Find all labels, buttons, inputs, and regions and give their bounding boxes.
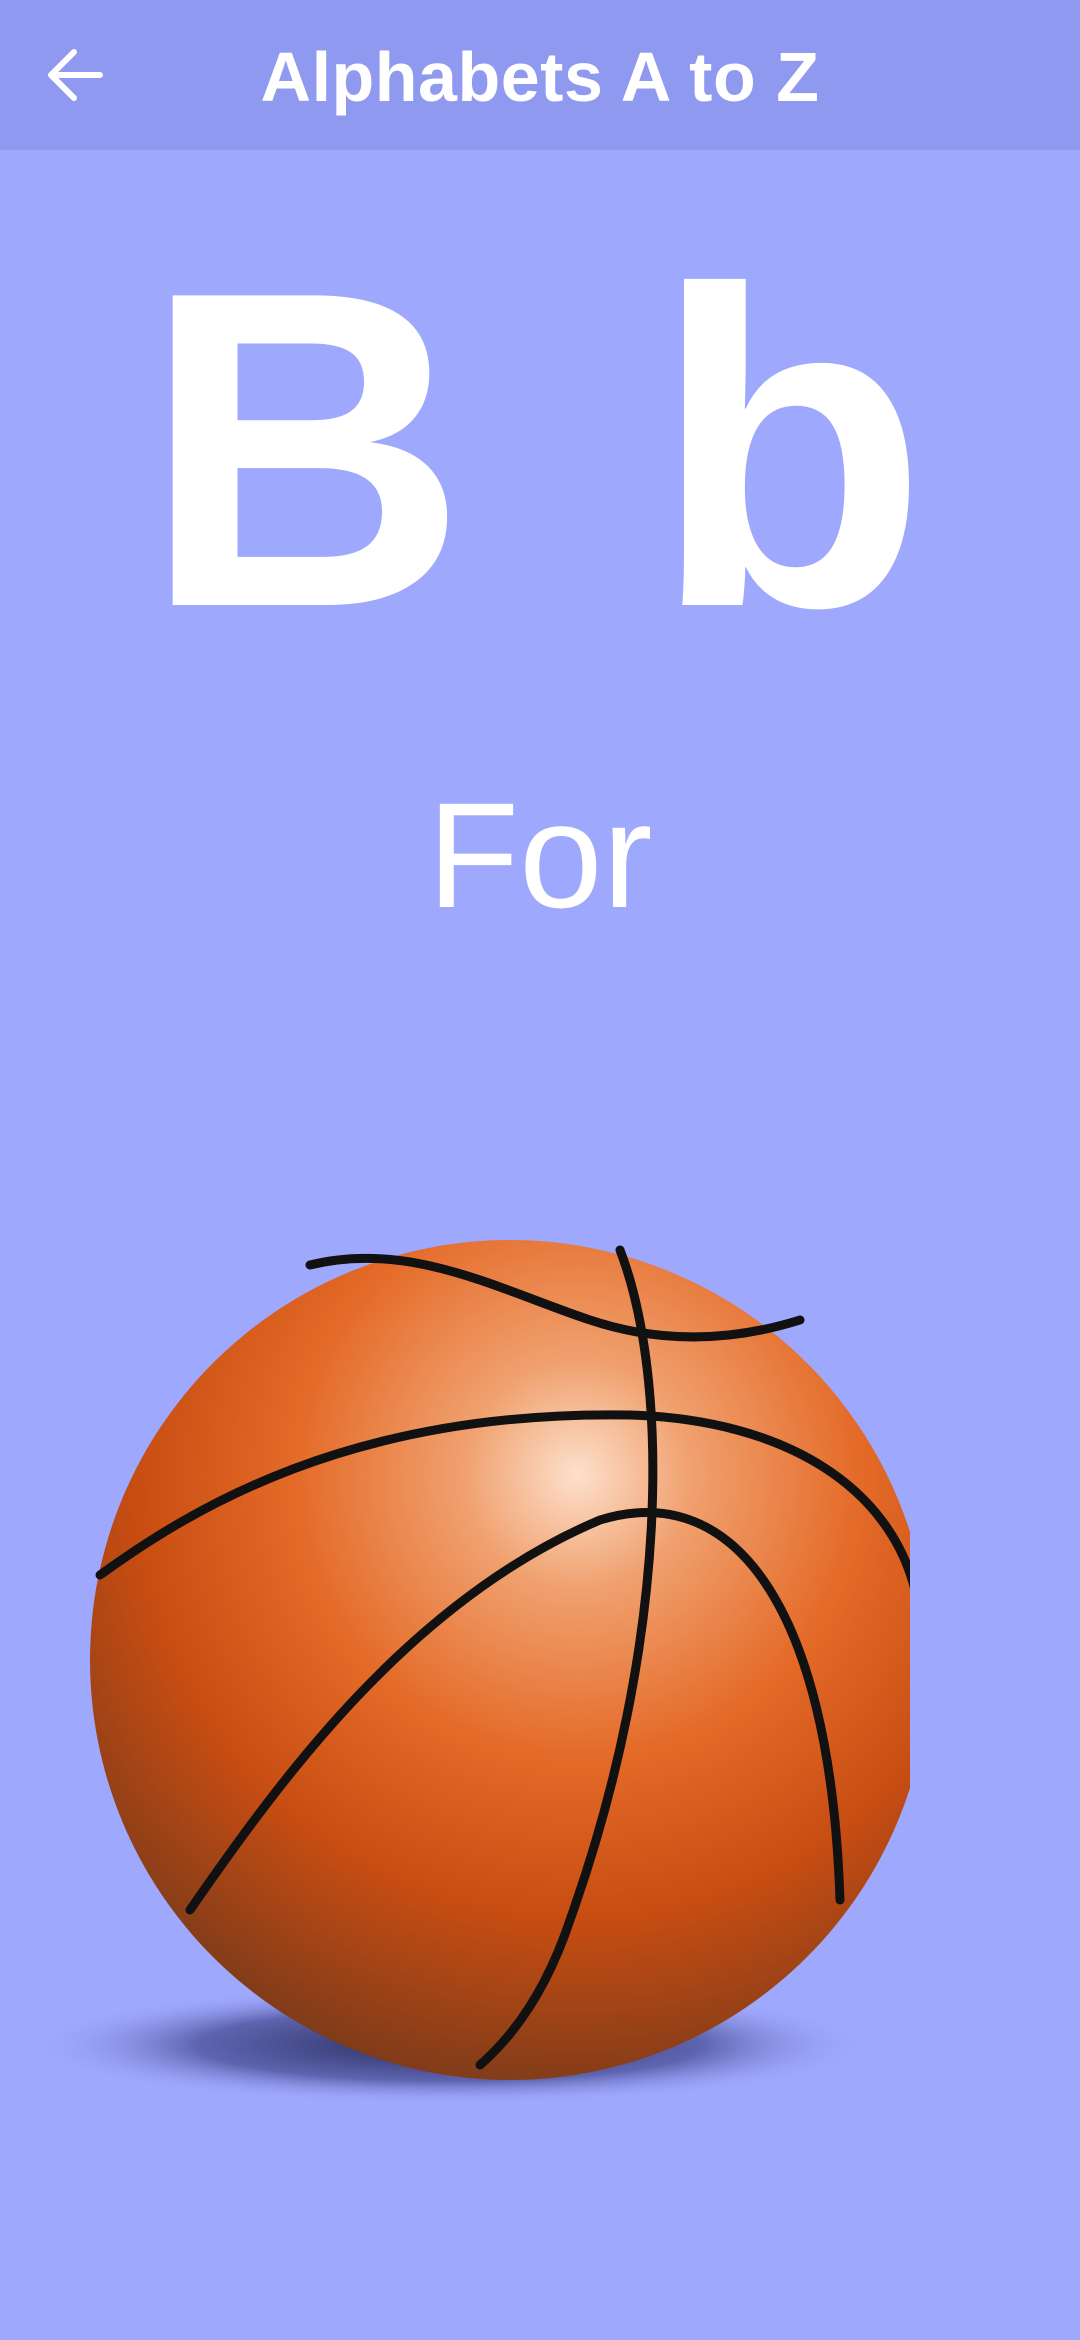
page-title: Alphabets A to Z [260, 38, 820, 116]
app-bar: Alphabets A to Z [0, 0, 1080, 150]
basketball-illustration [30, 1220, 930, 2120]
letter-display: B b [142, 199, 938, 701]
for-label: For [427, 771, 653, 939]
